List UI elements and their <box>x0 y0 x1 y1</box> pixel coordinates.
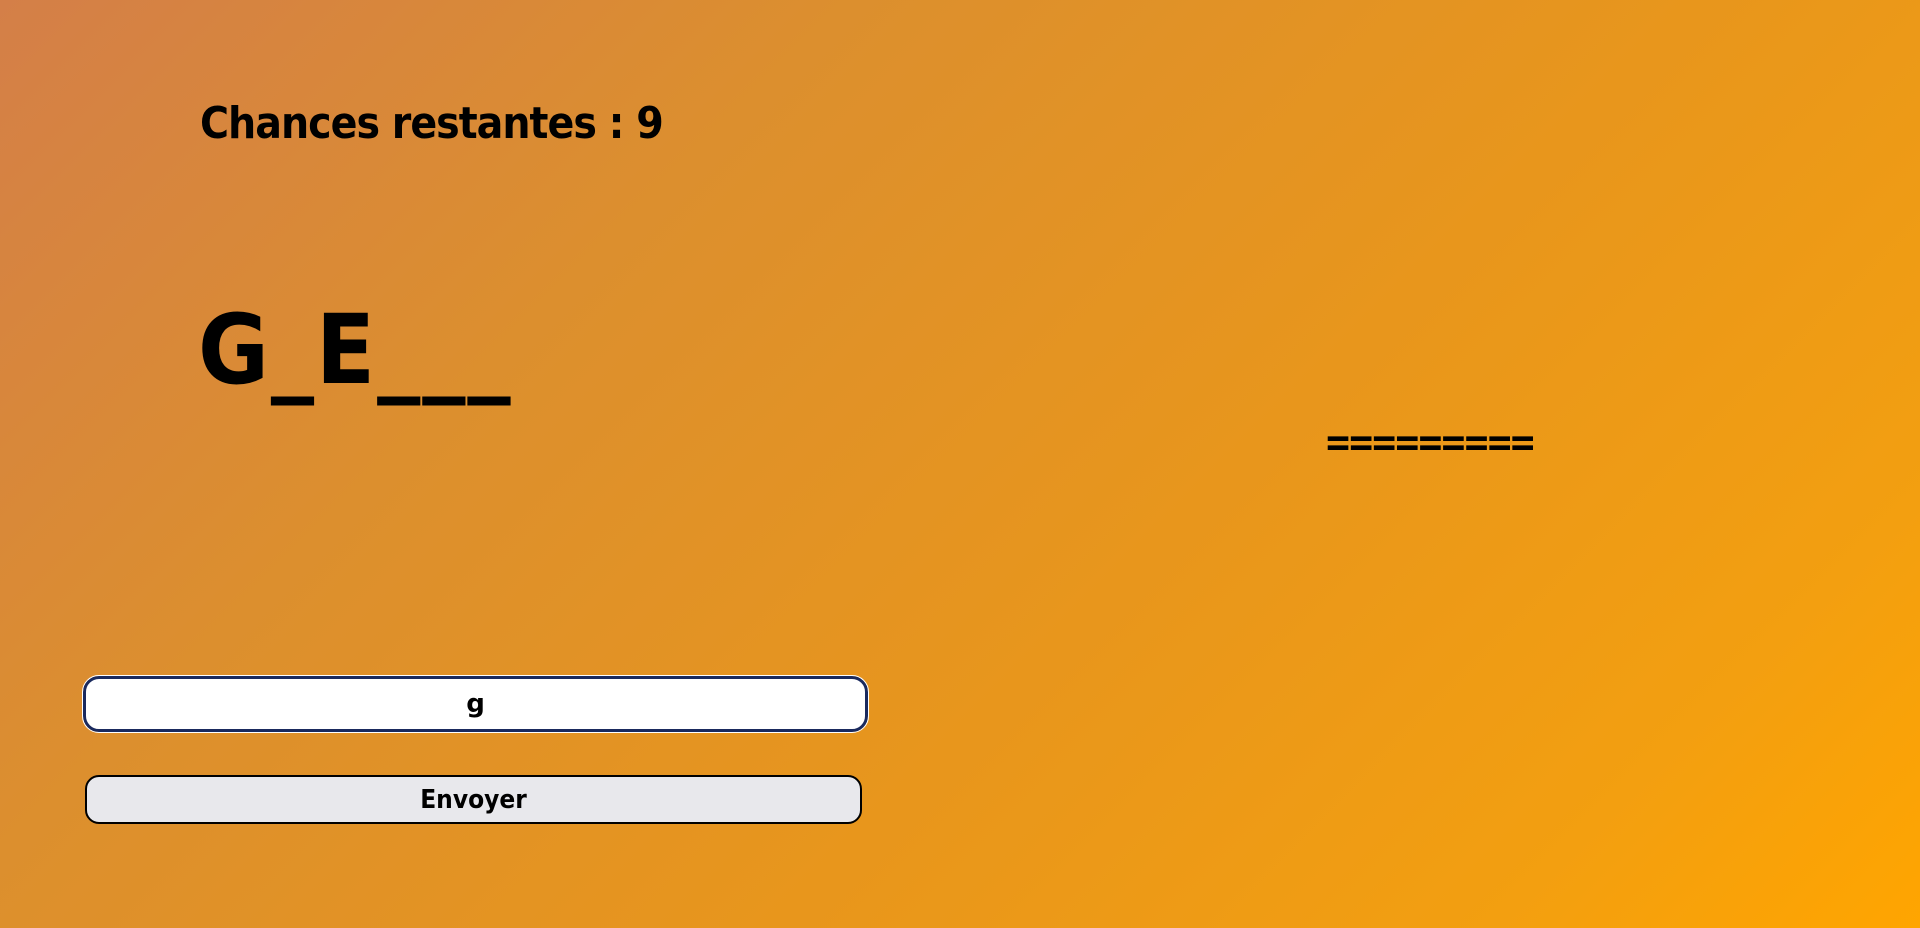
masked-word: G_E___ <box>198 294 513 406</box>
chances-remaining: Chances restantes : 9 <box>200 98 664 149</box>
send-button[interactable]: Envoyer <box>85 775 862 824</box>
hangman-drawing: ========= <box>1326 420 1535 466</box>
letter-input[interactable] <box>82 675 869 733</box>
